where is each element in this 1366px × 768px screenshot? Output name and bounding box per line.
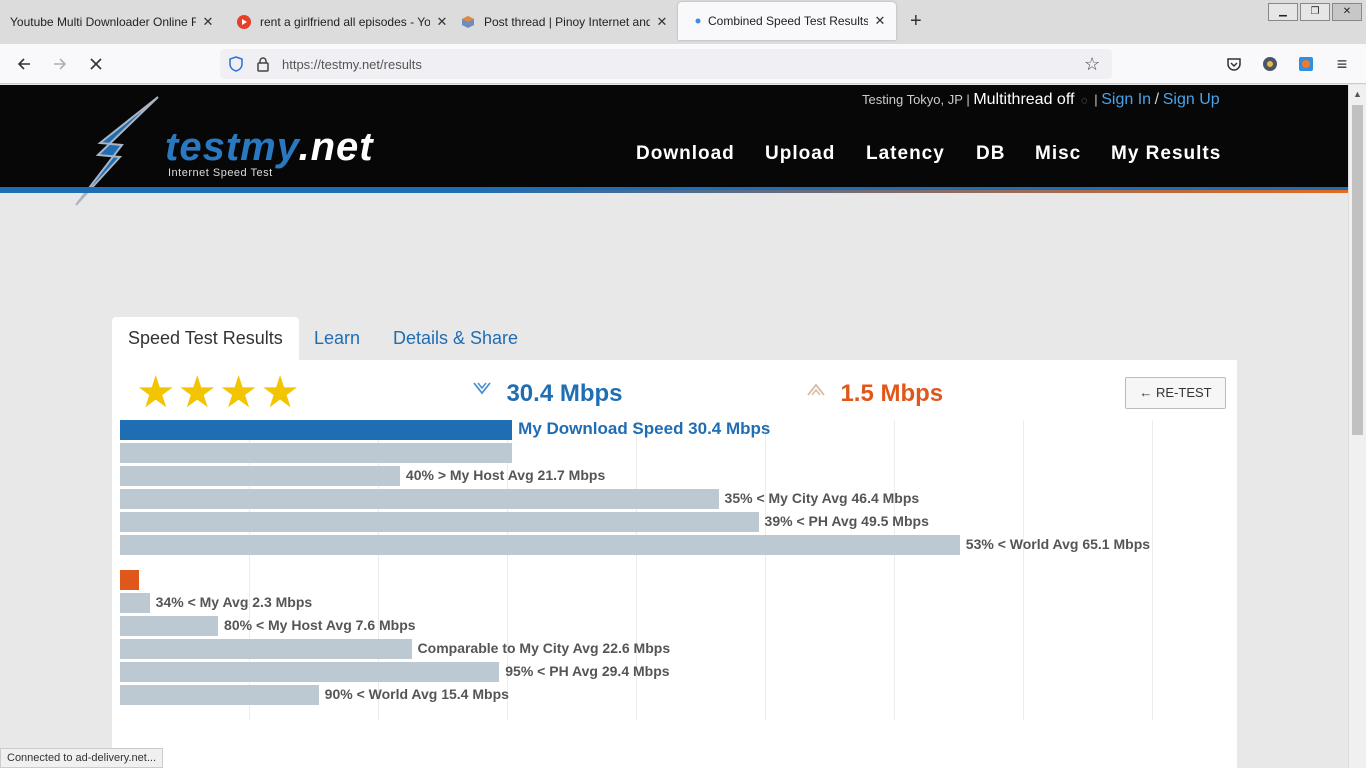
testing-location: Testing Tokyo, JP <box>862 92 963 107</box>
youtube-icon <box>236 14 252 30</box>
browser-tab[interactable]: rent a girlfriend all episodes - Yo ✕ <box>236 0 450 44</box>
sign-up-link[interactable]: Sign Up <box>1163 91 1220 108</box>
upload-bar <box>120 593 150 613</box>
download-bar-label: 53% < World Avg 65.1 Mbps <box>965 536 1151 552</box>
tab-title: Combined Speed Test Results <box>708 14 868 28</box>
nav-my-results[interactable]: My Results <box>1111 143 1221 165</box>
upload-bar <box>120 570 140 590</box>
bookmark-star-icon[interactable]: ☆ <box>1084 54 1100 75</box>
upload-bar <box>120 662 500 682</box>
header-divider <box>0 190 1348 193</box>
top-links: Testing Tokyo, JP | Multithread off ◌ | … <box>862 91 1220 108</box>
download-bar <box>120 535 960 555</box>
settings-icon[interactable]: ◌ <box>1081 95 1088 107</box>
browser-tab[interactable]: Post thread | Pinoy Internet and ✕ <box>460 0 670 44</box>
tab-learn[interactable]: Learn <box>314 317 360 361</box>
loading-dot-icon <box>694 13 702 29</box>
download-arrow-icon <box>472 382 496 401</box>
close-icon[interactable]: ✕ <box>872 13 888 29</box>
speed-comparison-chart: My Download Speed 30.4 Mbps 40% > My Host… <box>112 419 1237 768</box>
upload-bar <box>120 639 412 659</box>
browser-tab-active[interactable]: Combined Speed Test Results ✕ <box>678 2 896 40</box>
url-text: https://testmy.net/results <box>282 57 422 72</box>
nav-download[interactable]: Download <box>636 143 735 165</box>
retest-button[interactable]: ← RE-TEST <box>1125 377 1226 409</box>
stop-loading-button[interactable] <box>84 52 108 76</box>
new-tab-button[interactable]: + <box>910 10 922 33</box>
web-page: Testing Tokyo, JP | Multithread off ◌ | … <box>0 85 1348 768</box>
tab-title: rent a girlfriend all episodes - Yo <box>260 15 430 29</box>
minimize-button[interactable]: ▁ <box>1268 3 1298 21</box>
download-bar-label: 40% > My Host Avg 21.7 Mbps <box>405 467 606 483</box>
extension-icon[interactable] <box>1294 52 1318 76</box>
site-logo[interactable]: testmy.net <box>165 125 374 170</box>
upload-bar <box>120 616 219 636</box>
download-summary: 30.4 Mbps <box>472 380 623 408</box>
rating-stars: ★★★★ <box>136 368 302 417</box>
tab-speed-test-results[interactable]: Speed Test Results <box>112 317 299 361</box>
pocket-icon[interactable] <box>1222 52 1246 76</box>
nav-db[interactable]: DB <box>976 143 1005 165</box>
sign-in-link[interactable]: Sign In <box>1101 91 1151 108</box>
tab-title: Youtube Multi Downloader Online F <box>10 15 196 29</box>
page-scrollbar[interactable]: ▲ <box>1348 85 1366 768</box>
close-icon[interactable]: ✕ <box>200 14 216 30</box>
download-bar <box>120 466 400 486</box>
download-bar-label: My Download Speed 30.4 Mbps <box>518 419 771 438</box>
download-bar-label: 35% < My City Avg 46.4 Mbps <box>724 490 920 506</box>
status-bar: Connected to ad-delivery.net... <box>0 748 163 768</box>
scroll-up-arrow-icon[interactable]: ▲ <box>1353 89 1362 99</box>
menu-icon[interactable]: ≡ <box>1330 52 1354 76</box>
results-panel: ★★★★ 30.4 Mbps 1.5 Mbps ← RE-TEST My Dow… <box>112 360 1237 768</box>
stop-icon <box>90 58 102 70</box>
site-header: Testing Tokyo, JP | Multithread off ◌ | … <box>0 85 1348 206</box>
download-bar <box>120 443 513 463</box>
pinoy-icon <box>460 14 476 30</box>
nav-upload[interactable]: Upload <box>765 143 835 165</box>
upload-bar-label: 90% < World Avg 15.4 Mbps <box>324 686 509 702</box>
tab-details-share[interactable]: Details & Share <box>393 317 518 361</box>
back-arrow-icon <box>17 58 30 70</box>
extension-icon[interactable] <box>1258 52 1282 76</box>
chart-gridline <box>894 420 895 720</box>
close-icon[interactable]: ✕ <box>434 14 450 30</box>
forward-button[interactable] <box>48 52 72 76</box>
lock-icon[interactable] <box>256 56 270 77</box>
close-icon[interactable]: ✕ <box>654 14 670 30</box>
download-bar-label: 39% < PH Avg 49.5 Mbps <box>764 513 929 529</box>
upload-arrow-icon <box>806 383 830 401</box>
upload-bar <box>120 685 319 705</box>
window-close-button[interactable]: ✕ <box>1332 3 1362 21</box>
maximize-button[interactable]: ❐ <box>1300 3 1330 21</box>
chart-gridline <box>765 420 766 720</box>
browser-tab[interactable]: Youtube Multi Downloader Online F ✕ <box>10 0 216 44</box>
download-bar <box>120 420 513 440</box>
tab-title: Post thread | Pinoy Internet and <box>484 15 650 29</box>
upload-summary: 1.5 Mbps <box>806 380 943 408</box>
multithread-status[interactable]: Multithread off <box>973 91 1074 108</box>
back-button[interactable] <box>12 52 36 76</box>
upload-bar-label: Comparable to My City Avg 22.6 Mbps <box>417 640 671 656</box>
forward-arrow-icon <box>54 58 67 70</box>
upload-bar-label: 80% < My Host Avg 7.6 Mbps <box>224 617 416 633</box>
nav-latency[interactable]: Latency <box>866 143 945 165</box>
chart-gridline <box>1023 420 1024 720</box>
scroll-thumb[interactable] <box>1352 105 1363 435</box>
nav-misc[interactable]: Misc <box>1035 143 1081 165</box>
browser-nav-bar: https://testmy.net/results ☆ ≡ <box>0 44 1366 84</box>
upload-bar-label: 34% < My Avg 2.3 Mbps <box>155 594 313 610</box>
chart-gridline <box>1152 420 1153 720</box>
download-bar <box>120 512 759 532</box>
address-bar[interactable]: https://testmy.net/results ☆ <box>220 49 1112 79</box>
shield-icon[interactable] <box>228 56 244 77</box>
browser-tab-bar: Youtube Multi Downloader Online F ✕ rent… <box>0 0 1366 44</box>
upload-bar-label: 95% < PH Avg 29.4 Mbps <box>505 663 670 679</box>
logo-tagline: Internet Speed Test <box>168 167 273 179</box>
download-bar <box>120 489 719 509</box>
